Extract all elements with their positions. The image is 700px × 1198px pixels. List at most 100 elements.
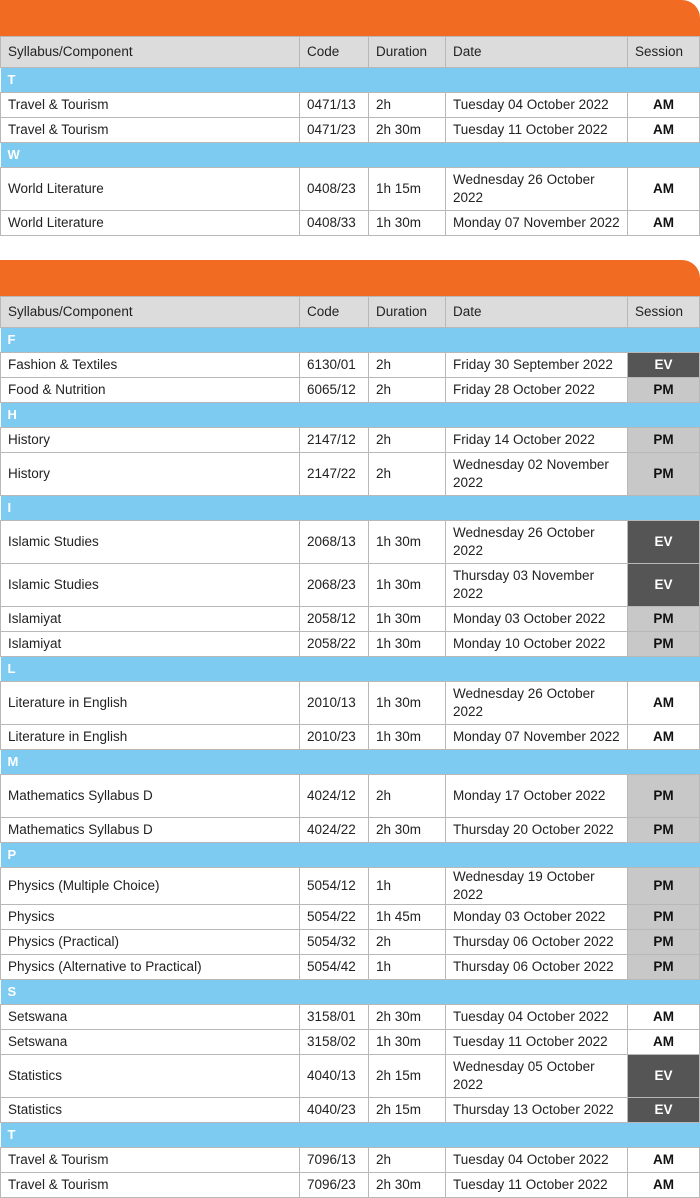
session-cell: PM [627, 606, 700, 632]
date-cell: Friday 28 October 2022 [445, 377, 628, 403]
code-cell: 5054/22 [299, 904, 369, 930]
duration-cell: 1h 15m [368, 167, 446, 211]
session-cell: EV [627, 1097, 700, 1123]
duration-cell: 1h 30m [368, 1029, 446, 1055]
letter-group-row: P [0, 842, 700, 868]
table-row: Statistics 4040/13 2h 15m Wednesday 05 Octo… [0, 1054, 700, 1098]
table-row: Setswana 3158/02 1h 30m Tuesday 11 October … [0, 1029, 700, 1055]
group-letter: W [0, 142, 700, 168]
duration-cell: 1h [368, 867, 446, 905]
syllabus-name-cell: Statistics [0, 1054, 300, 1098]
syllabus-name-cell: World Literature [0, 210, 300, 236]
letter-group-row: W [0, 142, 700, 168]
date-cell: Wednesday 02 November 2022 [445, 452, 628, 496]
syllabus-name-cell: Fashion & Textiles [0, 352, 300, 378]
timetable-section: Syllabus/Component Code Duration Date Sessio… [0, 0, 700, 236]
session-cell: PM [627, 631, 700, 657]
letter-group-row: H [0, 402, 700, 428]
date-cell: Wednesday 26 October 2022 [445, 681, 628, 725]
syllabus-name-cell: Physics [0, 904, 300, 930]
syllabus-name-cell: Literature in English [0, 681, 300, 725]
duration-cell: 2h [368, 427, 446, 453]
syllabus-name-cell: Setswana [0, 1004, 300, 1030]
session-cell: AM [627, 92, 700, 118]
table-row: Literature in English 2010/23 1h 30m Monday… [0, 724, 700, 750]
date-cell: Monday 07 November 2022 [445, 210, 628, 236]
date-cell: Tuesday 04 October 2022 [445, 1004, 628, 1030]
timetable-section: Syllabus/Component Code Duration Date Sessio… [0, 260, 700, 1198]
session-cell: PM [627, 452, 700, 496]
code-cell: 5054/42 [299, 954, 369, 980]
date-cell: Tuesday 11 October 2022 [445, 1029, 628, 1055]
duration-cell: 2h 30m [368, 1172, 446, 1198]
duration-cell: 2h 15m [368, 1097, 446, 1123]
table-row: World Literature 0408/23 1h 15m Wednesday 2… [0, 167, 700, 211]
session-cell: AM [627, 1004, 700, 1030]
table-row: Physics (Multiple Choice) 5054/12 1h Wednes… [0, 867, 700, 905]
duration-cell: 2h [368, 1147, 446, 1173]
session-cell: AM [627, 1172, 700, 1198]
duration-cell: 1h 30m [368, 520, 446, 564]
code-cell: 4024/12 [299, 774, 369, 818]
letter-group-row: L [0, 656, 700, 682]
date-cell: Wednesday 26 October 2022 [445, 167, 628, 211]
date-cell: Tuesday 04 October 2022 [445, 1147, 628, 1173]
date-cell: Thursday 13 October 2022 [445, 1097, 628, 1123]
syllabus-name-cell: Literature in English [0, 724, 300, 750]
session-cell: PM [627, 427, 700, 453]
timetable-page: Syllabus/Component Code Duration Date Sessio… [0, 0, 700, 1198]
code-cell: 0471/13 [299, 92, 369, 118]
duration-cell: 1h 45m [368, 904, 446, 930]
session-cell: EV [627, 352, 700, 378]
duration-cell: 2h [368, 774, 446, 818]
table-row: Fashion & Textiles 6130/01 2h Friday 30 Sep… [0, 352, 700, 378]
code-cell: 2068/13 [299, 520, 369, 564]
date-cell: Wednesday 05 October 2022 [445, 1054, 628, 1098]
table-row: Travel & Tourism 0471/13 2h Tuesday 04 Octo… [0, 92, 700, 118]
letter-group-row: T [0, 1122, 700, 1148]
syllabus-name-cell: Islamiyat [0, 606, 300, 632]
table-row: Travel & Tourism 0471/23 2h 30m Tuesday 11 … [0, 117, 700, 143]
table-row: Travel & Tourism 7096/13 2h Tuesday 04 Octo… [0, 1147, 700, 1173]
table-row: Islamic Studies 2068/13 1h 30m Wednesday 26… [0, 520, 700, 564]
table-row: Physics 5054/22 1h 45m Monday 03 October 20… [0, 904, 700, 930]
syllabus-name-cell: Islamic Studies [0, 520, 300, 564]
date-cell: Thursday 03 November 2022 [445, 563, 628, 607]
date-cell: Wednesday 19 October 2022 [445, 867, 628, 905]
section-header-bar [0, 260, 700, 296]
syllabus-name-cell: Travel & Tourism [0, 1147, 300, 1173]
code-cell: 2058/12 [299, 606, 369, 632]
code-cell: 2068/23 [299, 563, 369, 607]
code-cell: 4040/23 [299, 1097, 369, 1123]
syllabus-name-cell: Food & Nutrition [0, 377, 300, 403]
column-header: Session [627, 36, 700, 68]
duration-cell: 2h 15m [368, 1054, 446, 1098]
code-cell: 0408/33 [299, 210, 369, 236]
column-header: Code [299, 36, 369, 68]
column-header: Duration [368, 36, 446, 68]
code-cell: 2010/23 [299, 724, 369, 750]
session-cell: EV [627, 1054, 700, 1098]
syllabus-name-cell: Setswana [0, 1029, 300, 1055]
column-header: Date [445, 296, 628, 328]
syllabus-name-cell: Statistics [0, 1097, 300, 1123]
group-letter: I [0, 495, 700, 521]
syllabus-name-cell: Islamiyat [0, 631, 300, 657]
date-cell: Friday 30 September 2022 [445, 352, 628, 378]
session-cell: PM [627, 929, 700, 955]
syllabus-name-cell: Travel & Tourism [0, 92, 300, 118]
column-header: Syllabus/Component [0, 296, 300, 328]
date-cell: Tuesday 11 October 2022 [445, 1172, 628, 1198]
group-letter: F [0, 327, 700, 353]
session-cell: AM [627, 117, 700, 143]
table-row: Islamic Studies 2068/23 1h 30m Thursday 03 … [0, 563, 700, 607]
date-cell: Tuesday 11 October 2022 [445, 117, 628, 143]
session-cell: AM [627, 210, 700, 236]
session-cell: PM [627, 377, 700, 403]
syllabus-name-cell: World Literature [0, 167, 300, 211]
table-row: History 2147/12 2h Friday 14 October 2022 PM [0, 427, 700, 453]
duration-cell: 1h 30m [368, 681, 446, 725]
column-header: Syllabus/Component [0, 36, 300, 68]
column-header: Session [627, 296, 700, 328]
header-row: Syllabus/Component Code Duration Date Sessio… [0, 36, 700, 68]
